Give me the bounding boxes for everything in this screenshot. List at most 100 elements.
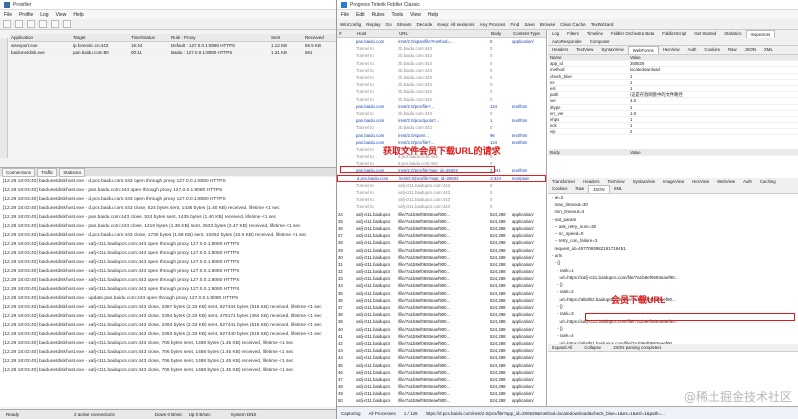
- session-row[interactable]: Tunnel to zb.baidu.com:443 0: [337, 67, 546, 74]
- req-tab-cookies[interactable]: Cookies: [700, 46, 724, 54]
- col-content-type[interactable]: Content-Type: [511, 31, 545, 36]
- session-row[interactable]: pan.baidu.com/rest/2.0/pcs/quota?... 1 tex…: [337, 117, 546, 124]
- keep-sessions-dropdown[interactable]: Keep: All sessions: [437, 22, 474, 27]
- session-row[interactable]: 31 xafj-ct11.baidupcs/file/7a1b8ef0693eae…: [337, 261, 546, 268]
- tab-orchestra[interactable]: Fiddler Orchestra Beta: [607, 30, 658, 38]
- open-icon[interactable]: [3, 20, 11, 28]
- session-row[interactable]: 36 xafj-ct11.baidupcs/file/7a1b8ef0693eae…: [337, 297, 546, 304]
- session-row[interactable]: Tunnel to xafj-ct11.baidupcs.com:443 0: [337, 196, 546, 203]
- menu-log[interactable]: Log: [40, 12, 48, 18]
- session-row[interactable]: Tunnel to zb.baidu.com:443 0: [337, 96, 546, 103]
- col-sent[interactable]: Sent: [269, 35, 303, 40]
- fd-menu-help[interactable]: Help: [428, 12, 438, 18]
- browse-button[interactable]: Browse: [540, 22, 555, 27]
- json-tree-node[interactable]: - nat_param: [552, 216, 798, 223]
- find-button[interactable]: Find: [510, 22, 519, 27]
- session-row[interactable]: Tunnel to zb.baidu.com:443 0: [337, 60, 546, 67]
- session-row[interactable]: 50 xafj-ct11.baidupcs/file/7a1b8ef0693eae…: [337, 397, 546, 404]
- tab-statistics[interactable]: Statistics: [720, 30, 745, 38]
- session-row[interactable]: 29 xafj-ct11.baidupcs/file/7a1b8ef0693eae…: [337, 246, 546, 253]
- resolve-icon[interactable]: [63, 20, 71, 28]
- menu-file[interactable]: File: [4, 12, 12, 18]
- connection-row[interactable]: wsexport.exe ip.forensic.cn:443 16:44 De…: [9, 42, 336, 49]
- any-process-button[interactable]: Any Process: [480, 22, 506, 27]
- session-row[interactable]: 38 xafj-ct11.baidupcs/file/7a1b8ef0693eae…: [337, 311, 546, 318]
- textwizard-button[interactable]: TextWizard: [591, 22, 614, 27]
- winconfig-button[interactable]: WinConfig: [340, 22, 361, 27]
- tab-traffic[interactable]: Traffic: [37, 167, 58, 177]
- json-tree-node[interactable]: -- ask_retry_num=30: [552, 223, 798, 230]
- tab-timeline[interactable]: Timeline: [583, 30, 607, 38]
- session-row[interactable]: pan.baidu.com/rest/2.0/xpan/file?method=…: [337, 38, 546, 45]
- req-tab-textview[interactable]: TextView: [572, 46, 597, 54]
- col-host[interactable]: Host: [355, 31, 397, 36]
- col-url[interactable]: URL: [397, 31, 489, 36]
- resp-tab-xml[interactable]: XML: [610, 185, 627, 193]
- collapse-button[interactable]: Collapse: [580, 344, 605, 351]
- session-row[interactable]: 37 xafj-ct11.baidupcs/file/7a1b8ef0693eae…: [337, 304, 546, 311]
- resp-tab-imageview[interactable]: ImageView: [659, 178, 688, 185]
- menu-profile[interactable]: Profile: [19, 12, 33, 18]
- session-row[interactable]: Tunnel to zb.baidu.com:443 0: [337, 124, 546, 131]
- session-row[interactable]: Tunnel to zb.baidu.com:443 0: [337, 74, 546, 81]
- col-application[interactable]: Application: [9, 35, 71, 40]
- profile-icon[interactable]: [27, 20, 35, 28]
- resp-tab-json[interactable]: JSON: [588, 184, 610, 193]
- tab-get-started[interactable]: Get Started: [690, 30, 720, 38]
- session-row[interactable]: pan.baidu.com/rest/2.0/pcs/file?... 124 te…: [337, 103, 546, 110]
- json-tree-node[interactable]: url=https://xafj-ct11.baidupcs.com/file/…: [552, 274, 798, 281]
- session-row[interactable]: 47 xafj-ct11.baidupcs/file/7a1b8ef0693eae…: [337, 376, 546, 383]
- col-time[interactable]: Time/Status: [129, 35, 169, 40]
- json-tree-node[interactable]: max_timeout=30: [552, 201, 798, 208]
- json-tree-node[interactable]: - ie=2: [552, 194, 798, 201]
- json-tree-node[interactable]: - {}: [552, 325, 798, 332]
- connection-row[interactable]: baidunetdisk.exe pan.baidu.com:80 00:11 …: [9, 49, 336, 56]
- tab-connections[interactable]: Connections: [2, 167, 36, 177]
- session-row[interactable]: 30 xafj-ct11.baidupcs/file/7a1b8ef0693eae…: [337, 254, 546, 261]
- session-row[interactable]: 24 xafj-ct11.baidupcs/file/7a1b8ef0693eae…: [337, 211, 546, 218]
- json-tree-node[interactable]: - urls: [552, 252, 798, 259]
- save-icon[interactable]: [15, 20, 23, 28]
- stream-button[interactable]: Stream: [397, 22, 412, 27]
- json-tree-node[interactable]: - rank=2: [552, 288, 798, 295]
- session-row[interactable]: Tunnel to zb.baidu.com:443 0: [337, 88, 546, 95]
- col-number[interactable]: #: [337, 31, 355, 36]
- session-row[interactable]: 42 xafj-ct11.baidupcs/file/7a1b8ef0693eae…: [337, 340, 546, 347]
- json-tree[interactable]: - ie=2 max_timeout=30 min_timeout=4- nat…: [548, 194, 798, 344]
- session-row[interactable]: 26 xafj-ct11.baidupcs/file/7a1b8ef0693eae…: [337, 225, 546, 232]
- fd-menu-rules[interactable]: Rules: [372, 12, 385, 18]
- resp-tab-syntaxview[interactable]: SyntaxView: [629, 178, 659, 185]
- json-tree-node[interactable]: url=https://allall02.baidupcs.com/file/7…: [552, 296, 798, 303]
- json-tree-node[interactable]: - {}: [552, 281, 798, 288]
- save-button[interactable]: Save: [524, 22, 534, 27]
- json-tree-node[interactable]: - rank=1: [552, 267, 798, 274]
- session-row[interactable]: 43 xafj-ct11.baidupcs/file/7a1b8ef0693eae…: [337, 347, 546, 354]
- session-row[interactable]: 35 xafj-ct11.baidupcs/file/7a1b8ef0693eae…: [337, 290, 546, 297]
- resp-tab-transformer[interactable]: Transformer: [548, 178, 579, 185]
- col-body[interactable]: Body: [489, 31, 511, 36]
- req-tab-raw[interactable]: Raw: [724, 46, 741, 54]
- session-row[interactable]: Tunnel to xafj-ct11.baidupcs.com:443 0: [337, 182, 546, 189]
- session-row[interactable]: 25 xafj-ct11.baidupcs/file/7a1b8ef0693eae…: [337, 218, 546, 225]
- json-tree-node[interactable]: -- retry_con_failure=3: [552, 237, 798, 244]
- json-tree-node[interactable]: -- nc_speed=0: [552, 230, 798, 237]
- session-row[interactable]: 39 xafj-ct11.baidupcs/file/7a1b8ef0693eae…: [337, 318, 546, 325]
- col-target[interactable]: Target: [71, 35, 129, 40]
- session-row[interactable]: 32 xafj-ct11.baidupcs/file/7a1b8ef0693eae…: [337, 268, 546, 275]
- fd-menu-tools[interactable]: Tools: [391, 12, 403, 18]
- json-tree-node[interactable]: - {}: [552, 303, 798, 310]
- json-tree-node[interactable]: - {}: [552, 259, 798, 266]
- tab-fiddlerscript[interactable]: FiddlerScript: [658, 30, 690, 38]
- session-row[interactable]: Tunnel to zb.baidu.com:443 0: [337, 110, 546, 117]
- expand-all-button[interactable]: Expand All: [548, 344, 576, 351]
- tab-filters[interactable]: Filters: [563, 30, 583, 38]
- replay-button[interactable]: Replay: [366, 22, 380, 27]
- menu-help[interactable]: Help: [73, 12, 83, 18]
- session-row[interactable]: Tunnel to zb.baidu.com:443 0: [337, 52, 546, 59]
- clear-cache-button[interactable]: Clear Cache: [560, 22, 586, 27]
- resp-tab-auth[interactable]: Auth: [739, 178, 756, 185]
- session-row[interactable]: Tunnel to xafj-ct11.baidupcs.com:443 0: [337, 203, 546, 210]
- fd-menu-file[interactable]: File: [341, 12, 349, 18]
- tab-autoresponder[interactable]: AutoResponder: [548, 38, 586, 45]
- resp-tab-hexview[interactable]: HexView: [688, 178, 713, 185]
